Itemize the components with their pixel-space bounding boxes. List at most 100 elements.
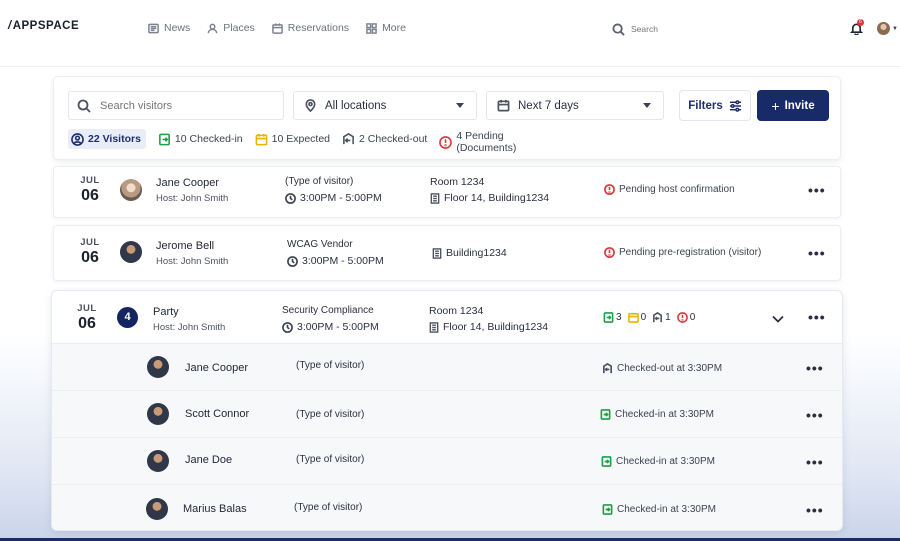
- clock-icon: [285, 192, 296, 204]
- visitor-type: (Type of visitor): [285, 176, 354, 187]
- alert-circle-icon: [604, 184, 615, 195]
- search-icon: [612, 22, 625, 36]
- visitor-stats: 22 Visitors 10 Checked-in 10 Expected 2 …: [68, 127, 528, 154]
- floor-building: Building1234: [432, 247, 507, 259]
- grid-icon: [366, 22, 377, 34]
- user-menu[interactable]: ▼: [877, 22, 898, 35]
- floor-building: Floor 14, Building1234: [430, 192, 549, 204]
- clock-icon: [287, 255, 298, 267]
- group-member-row[interactable]: Jane Doe (Type of visitor) Checked-in at…: [52, 437, 842, 484]
- notifications-button[interactable]: 6: [849, 19, 864, 36]
- date-range-dropdown[interactable]: Next 7 days: [486, 91, 664, 120]
- visit-time: 3:00PM - 5:00PM: [285, 192, 382, 204]
- news-icon: [148, 23, 159, 33]
- group-name: Party: [153, 306, 179, 318]
- count-expected: 0: [627, 312, 646, 323]
- visitor-name: Jane Cooper: [156, 177, 219, 189]
- checked-in-icon: [600, 409, 611, 420]
- visitor-type: (Type of visitor): [296, 409, 365, 420]
- stat-expected[interactable]: 10 Expected: [255, 129, 330, 149]
- nav-reservations[interactable]: Reservations: [271, 22, 349, 34]
- visitor-type: (Type of visitor): [296, 454, 365, 465]
- count-checked-out: 1: [652, 312, 671, 323]
- clock-icon: [282, 321, 293, 333]
- visitor-name: Jane Cooper: [185, 362, 248, 374]
- more-options-button[interactable]: •••: [806, 361, 823, 375]
- places-icon: [207, 23, 218, 33]
- visit-status: Pending pre-registration (visitor): [604, 247, 761, 258]
- checked-in-icon: [158, 133, 170, 145]
- location-pin-icon: [305, 99, 316, 112]
- checked-out-icon: [343, 132, 354, 144]
- plus-icon: +: [771, 97, 780, 114]
- nav-more[interactable]: More: [366, 22, 406, 34]
- alert-circle-icon: [439, 135, 453, 149]
- collapse-chevron-button[interactable]: [772, 314, 784, 323]
- visitor-search-input[interactable]: [100, 99, 270, 112]
- host-name: Host: John Smith: [156, 256, 229, 267]
- visitor-name: Scott Connor: [185, 408, 250, 420]
- member-status: Checked-in at 3:30PM: [600, 409, 714, 420]
- visitor-type: WCAG Vendor: [287, 239, 353, 250]
- appspace-logo[interactable]: /APPSPACE: [8, 20, 79, 32]
- room: Room 1234: [429, 305, 484, 317]
- more-options-button[interactable]: •••: [806, 503, 823, 517]
- more-options-button[interactable]: •••: [806, 408, 823, 422]
- visitor-avatar: [120, 179, 142, 201]
- stat-checked-in[interactable]: 10 Checked-in: [158, 129, 243, 149]
- calendar-icon: [497, 99, 510, 112]
- stat-visitors[interactable]: 22 Visitors: [68, 129, 146, 149]
- global-search[interactable]: [612, 19, 762, 39]
- date-range-value: Next 7 days: [518, 99, 579, 112]
- location-dropdown[interactable]: All locations: [293, 91, 477, 120]
- visitor-name: Marius Balas: [183, 503, 247, 515]
- dropdown-caret-icon: [456, 103, 464, 108]
- checked-out-icon: [603, 363, 612, 374]
- checked-in-icon: [601, 456, 612, 467]
- group-member-row[interactable]: Jane Cooper (Type of visitor) Checked-ou…: [52, 343, 842, 390]
- location-value: All locations: [325, 99, 387, 112]
- group-status-counts: 3 0 1 0: [603, 312, 695, 323]
- member-status: Checked-in at 3:30PM: [602, 504, 716, 515]
- nav-news[interactable]: News: [148, 22, 190, 34]
- stat-pending[interactable]: 4 Pending (Documents): [439, 130, 516, 154]
- group-visit-header[interactable]: JUL 06 4 Party Host: John Smith Security…: [52, 291, 842, 343]
- group-member-row[interactable]: Scott Connor (Type of visitor) Checked-i…: [52, 390, 842, 437]
- checked-out-icon: [653, 312, 663, 323]
- global-search-input[interactable]: [631, 24, 751, 34]
- visitor-type: Security Compliance: [282, 305, 374, 316]
- main-nav: News Places Reservations More: [148, 22, 406, 34]
- stat-checked-out[interactable]: 2 Checked-out: [342, 129, 427, 149]
- more-options-button[interactable]: •••: [808, 183, 825, 197]
- checked-in-icon: [603, 312, 614, 323]
- visitor-type: (Type of visitor): [296, 360, 365, 371]
- dropdown-caret-icon: [643, 103, 651, 108]
- expected-icon: [255, 133, 268, 145]
- building-icon: [429, 321, 439, 333]
- count-checked-in: 3: [603, 312, 622, 323]
- sliders-icon: [729, 99, 741, 112]
- visitor-name: Jane Doe: [185, 454, 233, 466]
- group-visit-card: JUL 06 4 Party Host: John Smith Security…: [51, 290, 843, 531]
- nav-places[interactable]: Places: [207, 22, 255, 34]
- more-options-button[interactable]: •••: [808, 246, 825, 260]
- visit-date: JUL 06: [80, 175, 100, 204]
- invite-button[interactable]: + Invite: [757, 90, 829, 121]
- filters-button[interactable]: Filters: [679, 90, 751, 121]
- group-size-badge: 4: [117, 307, 138, 328]
- visitor-search-box[interactable]: [68, 91, 284, 120]
- calendar-icon: [271, 22, 283, 34]
- group-member-row[interactable]: Marius Balas (Type of visitor) Checked-i…: [52, 484, 842, 530]
- visitor-avatar: [147, 356, 169, 378]
- visit-row[interactable]: JUL 06 Jane Cooper Host: John Smith (Typ…: [53, 166, 841, 218]
- top-navigation: /APPSPACE News Places Reservations More …: [0, 0, 900, 58]
- more-options-button[interactable]: •••: [808, 310, 825, 324]
- expected-icon: [627, 313, 639, 323]
- visit-time: 3:00PM - 5:00PM: [287, 255, 384, 267]
- chevron-down-icon: [772, 315, 784, 323]
- host-name: Host: John Smith: [153, 322, 226, 333]
- visit-row[interactable]: JUL 06 Jerome Bell Host: John Smith WCAG…: [53, 225, 841, 281]
- more-options-button[interactable]: •••: [806, 455, 823, 469]
- host-name: Host: John Smith: [156, 193, 229, 204]
- visitor-avatar: [146, 498, 168, 520]
